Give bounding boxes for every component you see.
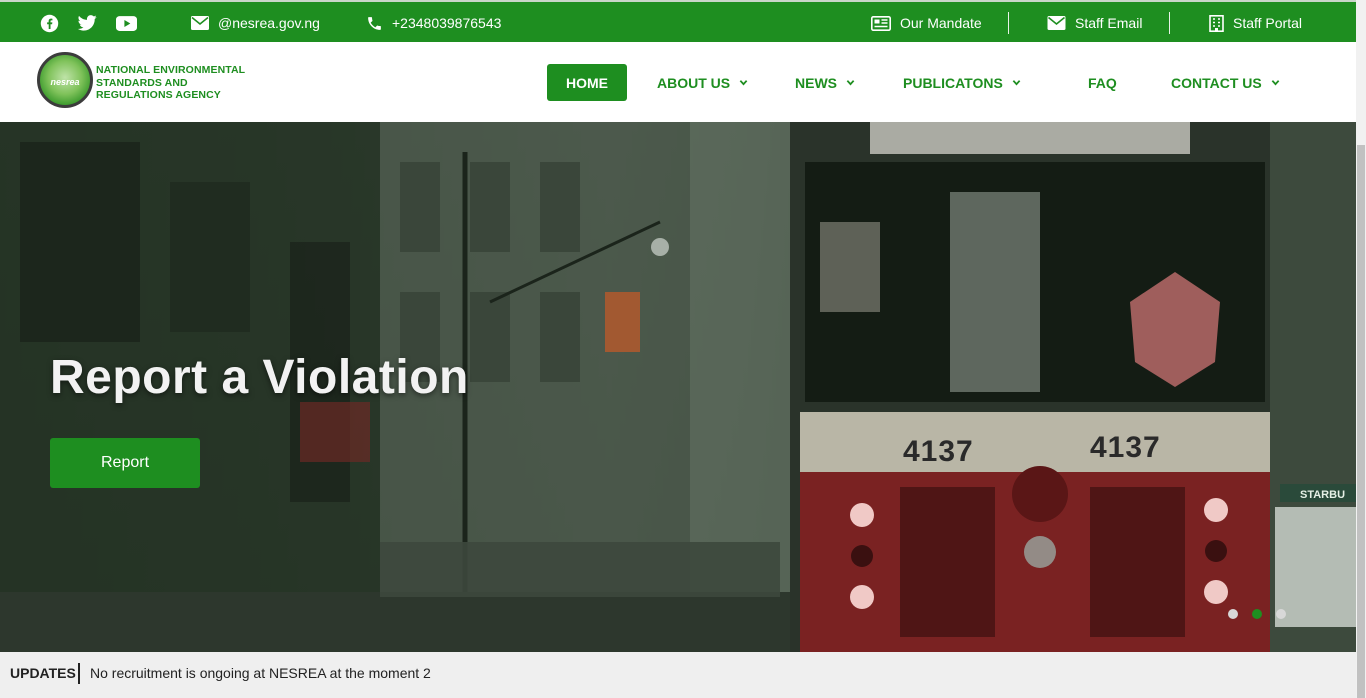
tram-number-left: 4137: [903, 435, 974, 468]
chevron-down-icon: [739, 80, 748, 86]
agency-line: STANDARDS AND: [96, 76, 188, 89]
nav-publications[interactable]: PUBLICATONS: [903, 64, 1021, 101]
twitter-icon[interactable]: [77, 13, 97, 33]
staff-email-label: Staff Email: [1075, 15, 1143, 31]
hero-slider: STARBU 4137 4137 Report a Violation Repo…: [0, 122, 1356, 652]
staff-portal-link[interactable]: Staff Portal: [1209, 12, 1302, 34]
agency-line: NATIONAL ENVIRONMENTAL: [96, 64, 246, 76]
updates-label: UPDATES: [10, 665, 76, 681]
chevron-down-icon: [1271, 80, 1280, 86]
divider: [1169, 12, 1170, 34]
nav-about-us-label: ABOUT US: [657, 74, 731, 91]
slider-dot-1[interactable]: [1228, 609, 1238, 619]
chevron-down-icon: [846, 80, 855, 86]
nav-news-label: NEWS: [795, 74, 837, 91]
phone-icon: [368, 16, 381, 30]
nav-contact-us[interactable]: CONTACT US: [1171, 64, 1280, 101]
nav-faq[interactable]: FAQ: [1088, 64, 1117, 101]
nav-publications-label: PUBLICATONS: [903, 74, 1003, 91]
envelope-icon: [1047, 16, 1066, 30]
our-mandate-label: Our Mandate: [900, 15, 982, 31]
page-scrollbar[interactable]: [1356, 0, 1366, 698]
our-mandate-link[interactable]: Our Mandate: [871, 12, 982, 34]
nav-home-label: HOME: [566, 74, 608, 91]
email-text: @nesrea.gov.ng: [218, 15, 320, 31]
logo-text: nesrea: [50, 77, 80, 87]
slider-dot-2[interactable]: [1252, 609, 1262, 619]
nav-news[interactable]: NEWS: [795, 64, 855, 101]
agency-name[interactable]: NATIONAL ENVIRONMENTAL STANDARDS AND REG…: [96, 64, 266, 102]
report-button[interactable]: Report: [50, 438, 200, 488]
building-icon: [1209, 14, 1224, 32]
nesrea-logo[interactable]: nesrea: [37, 52, 93, 108]
phone-text: +2348039876543: [392, 15, 502, 31]
updates-bar: UPDATES No recruitment is ongoing at NES…: [0, 652, 1356, 698]
tram-number-right: 4137: [1090, 431, 1161, 464]
staff-email-link[interactable]: Staff Email: [1047, 12, 1142, 34]
agency-line: REGULATIONS AGENCY: [96, 89, 221, 101]
page: @nesrea.gov.ng +2348039876543 Our Mandat…: [0, 0, 1366, 698]
chevron-down-icon: [1012, 80, 1021, 86]
divider: [1008, 12, 1009, 34]
updates-ticker-text[interactable]: No recruitment is ongoing at NESREA at t…: [90, 665, 431, 681]
hero-title: Report a Violation: [50, 351, 469, 404]
newspaper-icon: [871, 15, 891, 31]
top-bar: @nesrea.gov.ng +2348039876543 Our Mandat…: [0, 0, 1356, 42]
nav-home[interactable]: HOME: [547, 64, 627, 101]
phone-link[interactable]: +2348039876543: [366, 12, 501, 34]
nav-about-us[interactable]: ABOUT US: [657, 64, 748, 101]
facebook-icon[interactable]: [39, 13, 59, 33]
staff-portal-label: Staff Portal: [1233, 15, 1303, 31]
svg-text:STARBU: STARBU: [1300, 489, 1345, 501]
slider-dot-3[interactable]: [1276, 609, 1286, 619]
envelope-icon: [191, 16, 209, 30]
email-link[interactable]: @nesrea.gov.ng: [191, 12, 320, 34]
scrollbar-thumb[interactable]: [1357, 145, 1365, 698]
divider: [78, 663, 80, 684]
nav-contact-us-label: CONTACT US: [1171, 74, 1262, 91]
nav-faq-label: FAQ: [1088, 74, 1117, 91]
site-header: nesrea NATIONAL ENVIRONMENTAL STANDARDS …: [0, 42, 1356, 122]
youtube-icon[interactable]: [115, 13, 137, 33]
